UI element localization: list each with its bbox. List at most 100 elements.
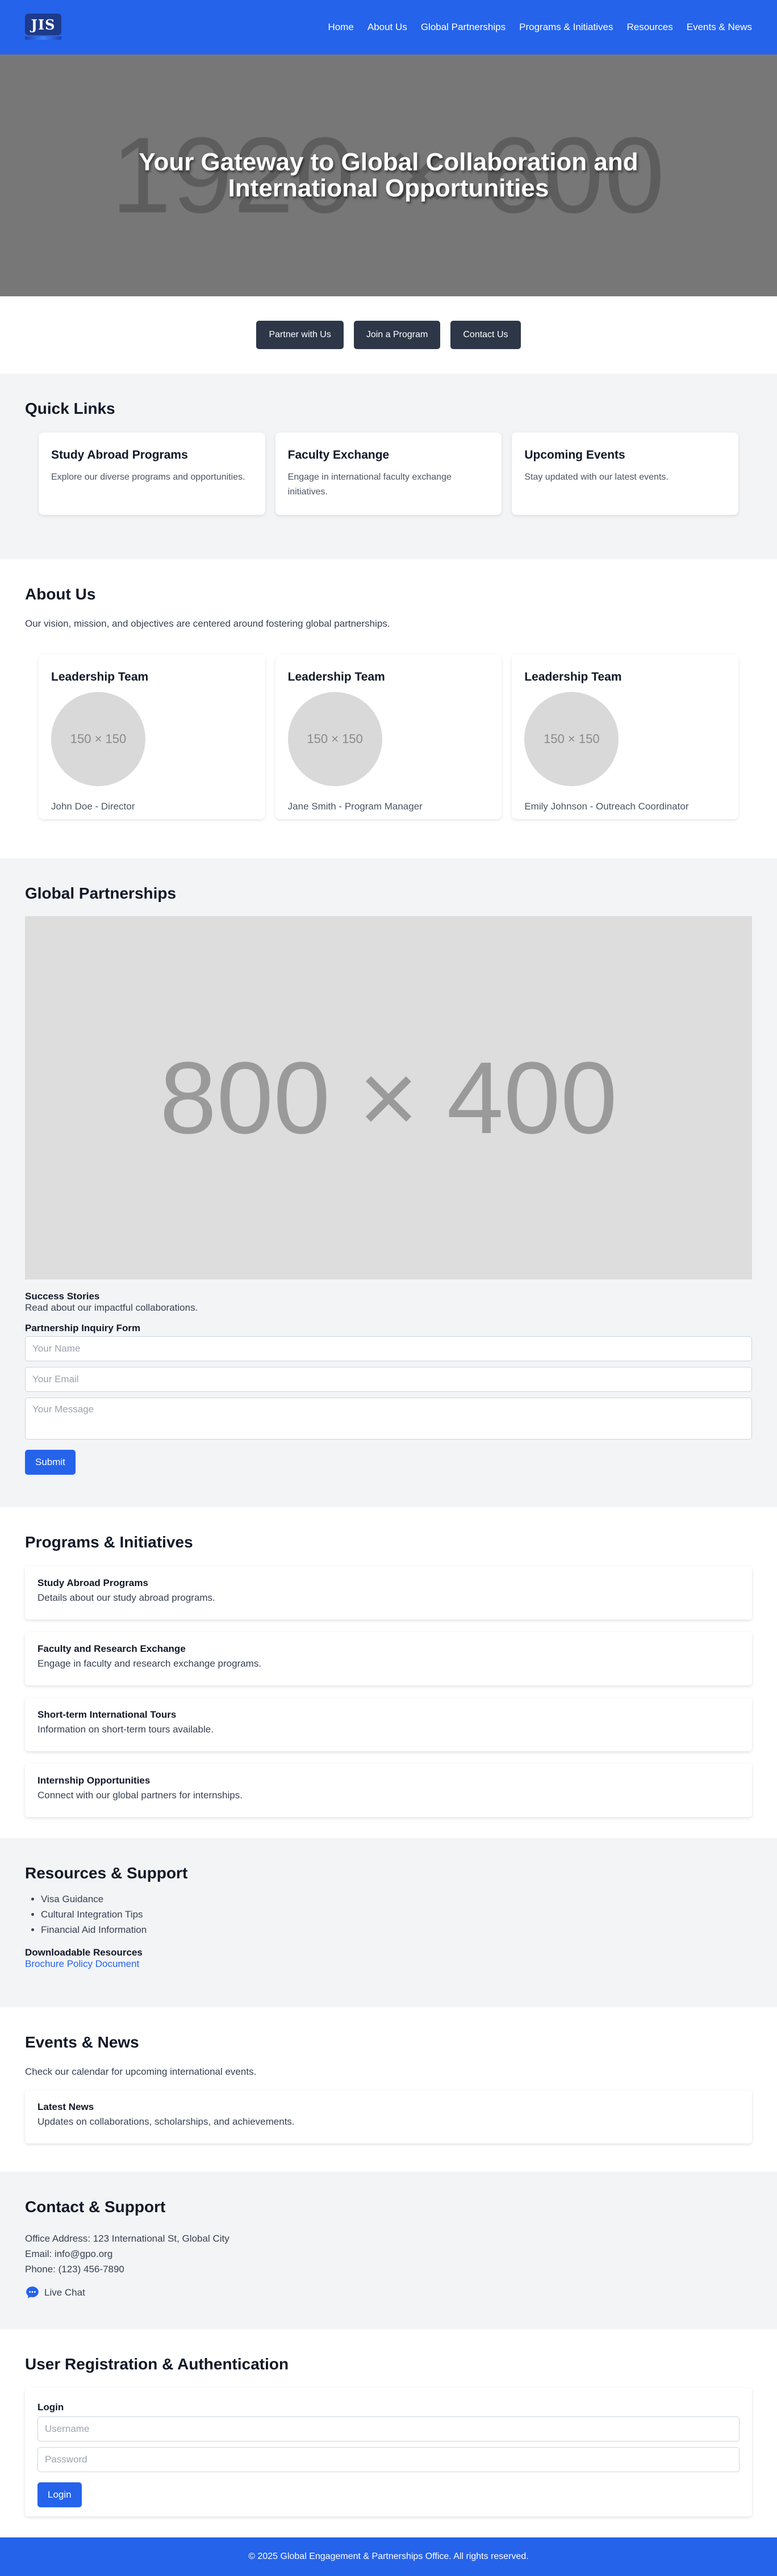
- team-member-name: Jane Smith - Program Manager: [287, 801, 423, 812]
- hero-banner: 1920 × 600 Your Gateway to Global Collab…: [0, 54, 777, 296]
- auth-title: User Registration & Authentication: [25, 2355, 289, 2373]
- contact-email: Email: info@gpo.org: [25, 2248, 113, 2260]
- login-title: Login: [37, 2402, 64, 2413]
- team-heading: Leadership Team: [287, 670, 385, 683]
- submit-button[interactable]: Submit: [25, 1450, 76, 1475]
- events-title: Events & News: [25, 2033, 139, 2051]
- footer-text: © 2025 Global Engagement & Partnerships …: [248, 2552, 529, 2561]
- hero-title: Your Gateway to Global Collaboration and…: [139, 148, 638, 202]
- avatar: 150 × 150: [524, 692, 619, 786]
- team-card: Leadership Team 150 × 150 Jane Smith - P…: [275, 655, 502, 819]
- team-member-name: John Doe - Director: [51, 801, 135, 812]
- nav-home[interactable]: Home: [328, 22, 354, 33]
- office-address: Office Address: 123 International St, Gl…: [25, 2233, 229, 2244]
- card-title: Study Abroad Programs: [51, 448, 188, 462]
- program-card[interactable]: Short-term International Tours Informati…: [25, 1698, 752, 1751]
- resources-section: Resources & Support Visa Guidance Cultur…: [0, 1838, 777, 2007]
- email-input[interactable]: Your Email: [25, 1367, 752, 1392]
- about-section: About Us Our vision, mission, and object…: [0, 559, 777, 858]
- partnership-map-placeholder: 800 × 400: [25, 916, 752, 1279]
- program-text: Connect with our global partners for int…: [37, 1790, 243, 1801]
- name-input[interactable]: Your Name: [25, 1336, 752, 1361]
- nav-resources[interactable]: Resources: [626, 22, 672, 33]
- team-card: Leadership Team 150 × 150 John Doe - Dir…: [39, 655, 265, 819]
- card-text: Engage in international faculty exchange…: [287, 472, 452, 497]
- quick-links-section: Quick Links Study Abroad Programs Explor…: [0, 374, 777, 559]
- quick-links-title: Quick Links: [25, 400, 115, 417]
- contact-section: Contact & Support Office Address: 123 In…: [0, 2172, 777, 2329]
- quick-link-card[interactable]: Upcoming Events Stay updated with our la…: [512, 433, 739, 515]
- list-item: Visa Guidance: [41, 1891, 752, 1907]
- contact-us-button[interactable]: Contact Us: [450, 321, 521, 349]
- card-title: Faculty Exchange: [287, 448, 390, 462]
- about-description: Our vision, mission, and objectives are …: [25, 618, 390, 629]
- logo-underline: [25, 36, 61, 40]
- success-stories-text: Read about our impactful collaborations.: [25, 1302, 198, 1313]
- contact-phone: Phone: (123) 456-7890: [25, 2264, 124, 2275]
- logo-badge: JIS: [25, 14, 61, 35]
- brochure-link[interactable]: Brochure Policy Document: [25, 1958, 139, 1969]
- team-member-name: Emily Johnson - Outreach Coordinator: [524, 801, 689, 812]
- card-text: Explore our diverse programs and opportu…: [51, 472, 245, 482]
- events-section: Events & News Check our calendar for upc…: [0, 2007, 777, 2172]
- news-card[interactable]: Latest News Updates on collaborations, s…: [25, 2090, 752, 2143]
- news-title: Latest News: [37, 2101, 94, 2112]
- nav-about[interactable]: About Us: [367, 22, 407, 33]
- quick-link-card[interactable]: Faculty Exchange Engage in international…: [275, 433, 502, 515]
- resource-list: Visa Guidance Cultural Integration Tips …: [25, 1891, 752, 1938]
- site-footer: © 2025 Global Engagement & Partnerships …: [0, 2537, 777, 2576]
- join-program-button[interactable]: Join a Program: [353, 321, 441, 349]
- list-item: Financial Aid Information: [41, 1922, 752, 1937]
- news-text: Updates on collaborations, scholarships,…: [37, 2116, 295, 2127]
- team-heading: Leadership Team: [51, 670, 149, 683]
- login-card: Login Username Password Login: [25, 2388, 752, 2516]
- programs-title: Programs & Initiatives: [25, 1533, 193, 1551]
- list-item: Cultural Integration Tips: [41, 1907, 752, 1922]
- team-cards: Leadership Team 150 × 150 John Doe - Dir…: [25, 655, 752, 819]
- programs-section: Programs & Initiatives Study Abroad Prog…: [0, 1507, 777, 1838]
- auth-section: User Registration & Authentication Login…: [0, 2329, 777, 2537]
- password-input[interactable]: Password: [37, 2447, 740, 2472]
- nav-events[interactable]: Events & News: [687, 22, 752, 33]
- program-text: Information on short-term tours availabl…: [37, 1724, 214, 1735]
- success-stories-title: Success Stories: [25, 1291, 100, 1302]
- main-nav: Home About Us Global Partnerships Progra…: [328, 22, 752, 33]
- avatar: 150 × 150: [287, 692, 382, 786]
- team-card: Leadership Team 150 × 150 Emily Johnson …: [512, 655, 739, 819]
- events-description: Check our calendar for upcoming internat…: [25, 2066, 257, 2077]
- about-title: About Us: [25, 585, 96, 603]
- program-title: Study Abroad Programs: [37, 1578, 148, 1588]
- quick-links-cards: Study Abroad Programs Explore our divers…: [25, 433, 752, 515]
- card-title: Upcoming Events: [524, 448, 625, 462]
- message-textarea[interactable]: Your Message: [25, 1398, 752, 1440]
- live-chat-label: Live Chat: [44, 2286, 85, 2298]
- program-title: Internship Opportunities: [37, 1775, 151, 1786]
- resources-title: Resources & Support: [25, 1864, 188, 1882]
- card-text: Stay updated with our latest events.: [524, 472, 669, 482]
- login-button[interactable]: Login: [37, 2482, 82, 2507]
- chat-icon: [26, 2286, 39, 2298]
- program-title: Faculty and Research Exchange: [37, 1643, 186, 1654]
- partner-with-us-button[interactable]: Partner with Us: [256, 321, 344, 349]
- site-logo[interactable]: JIS: [25, 14, 61, 41]
- inquiry-form-title: Partnership Inquiry Form: [25, 1323, 141, 1333]
- program-text: Engage in faculty and research exchange …: [37, 1658, 262, 1669]
- team-heading: Leadership Team: [524, 670, 622, 683]
- program-card[interactable]: Internship Opportunities Connect with ou…: [25, 1764, 752, 1817]
- quick-link-card[interactable]: Study Abroad Programs Explore our divers…: [39, 433, 265, 515]
- live-chat-link[interactable]: Live Chat: [25, 2285, 752, 2300]
- avatar: 150 × 150: [51, 692, 145, 786]
- program-card[interactable]: Faculty and Research Exchange Engage in …: [25, 1632, 752, 1685]
- partnerships-title: Global Partnerships: [25, 884, 177, 902]
- nav-partnerships[interactable]: Global Partnerships: [421, 22, 506, 33]
- downloads-title: Downloadable Resources: [25, 1946, 143, 1958]
- program-card[interactable]: Study Abroad Programs Details about our …: [25, 1566, 752, 1620]
- username-input[interactable]: Username: [37, 2416, 740, 2441]
- nav-programs[interactable]: Programs & Initiatives: [519, 22, 613, 33]
- site-header: JIS Home About Us Global Partnerships Pr…: [0, 0, 777, 54]
- program-text: Details about our study abroad programs.: [37, 1592, 215, 1603]
- contact-title: Contact & Support: [25, 2198, 166, 2216]
- cta-bar: Partner with Us Join a Program Contact U…: [0, 296, 777, 374]
- program-title: Short-term International Tours: [37, 1709, 177, 1720]
- partnerships-section: Global Partnerships 800 × 400 Success St…: [0, 858, 777, 1507]
